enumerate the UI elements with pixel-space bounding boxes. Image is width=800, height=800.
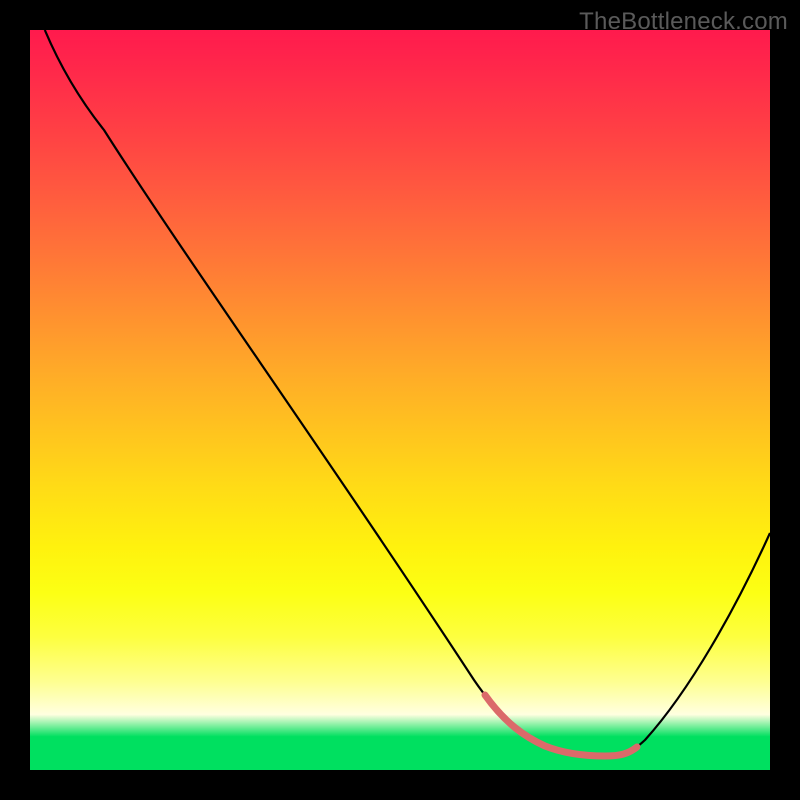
chart-lines-svg: [30, 30, 770, 770]
highlight-curve-segment: [485, 695, 637, 756]
chart-plot-area: [30, 30, 770, 770]
watermark-text: TheBottleneck.com: [579, 8, 788, 36]
chart-bottom-green-bar: [30, 766, 770, 770]
main-curve-line: [45, 30, 770, 756]
